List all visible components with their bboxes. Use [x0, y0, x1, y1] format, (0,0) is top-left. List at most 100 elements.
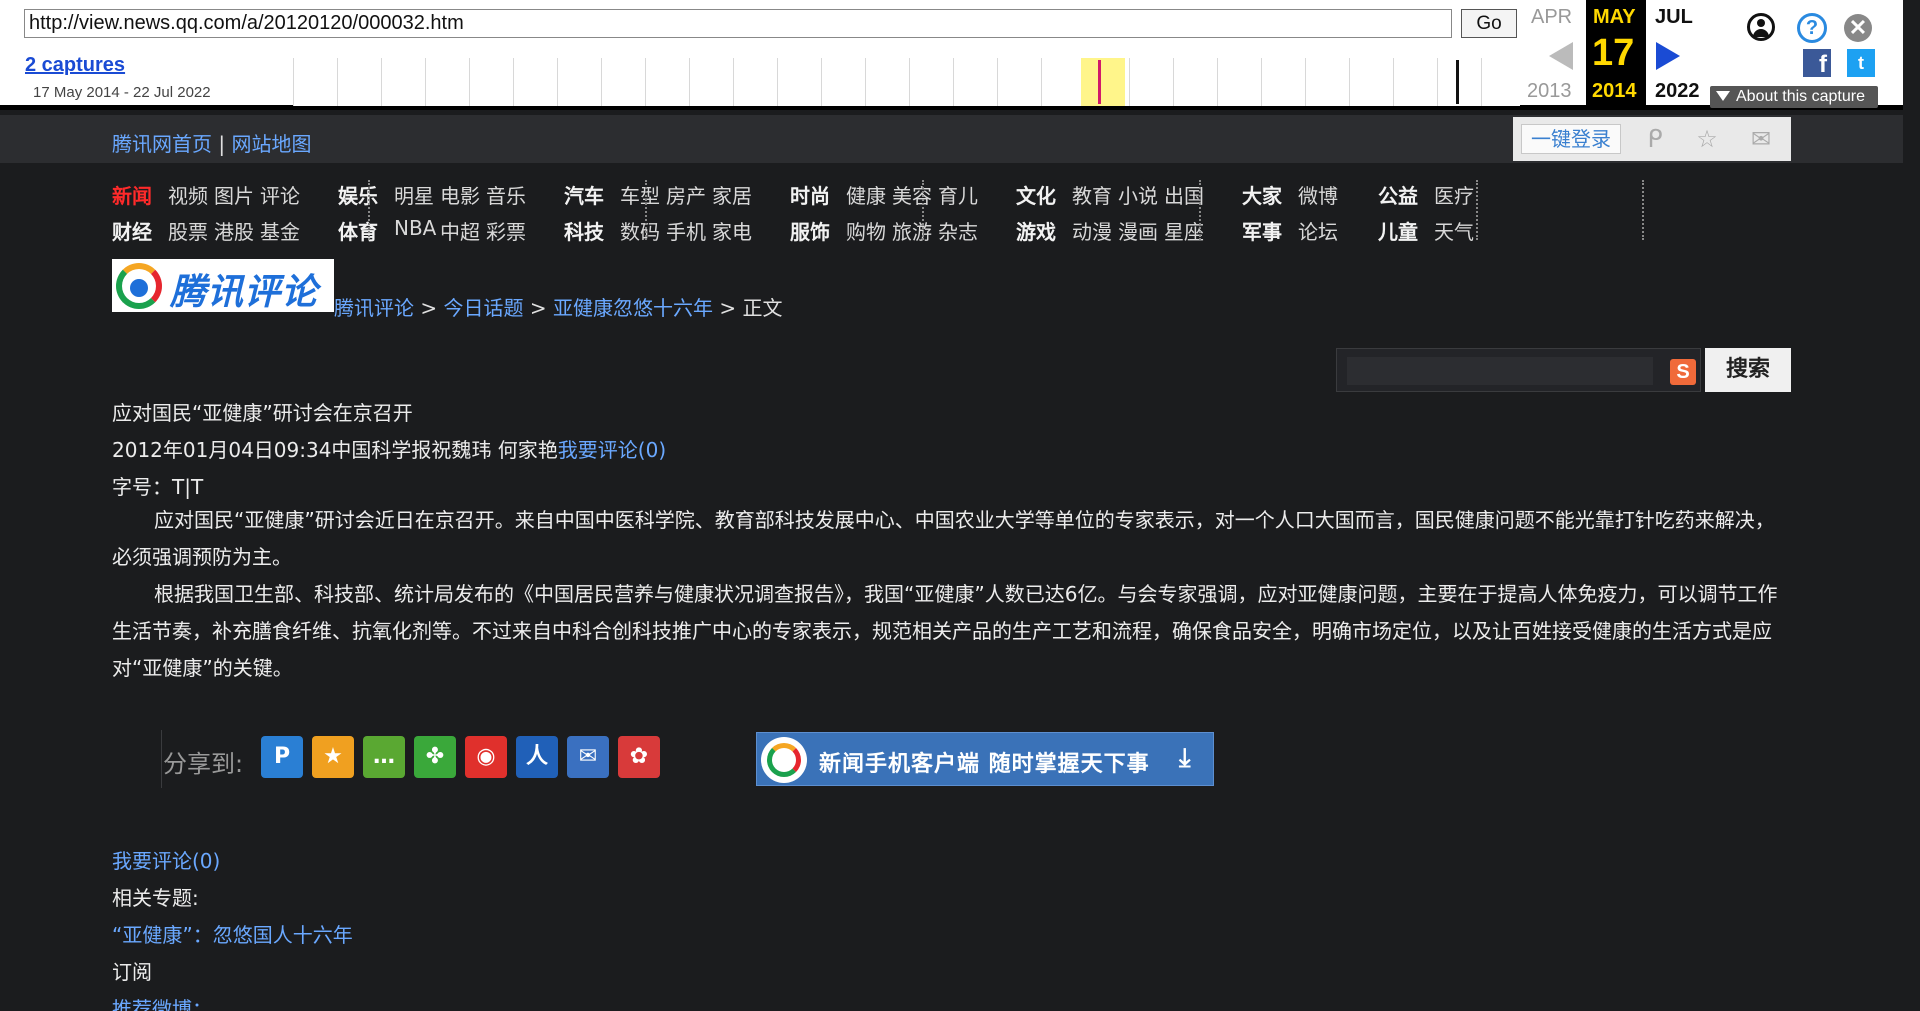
qzone-icon[interactable]: ᑭ	[1641, 125, 1669, 153]
tencent-comment-logo[interactable]: 腾讯评论	[112, 259, 334, 313]
article-paragraph: 应对国民“亚健康”研讨会近日在京召开。来自中国中医科学院、教育部科技发展中心、中…	[112, 508, 1775, 569]
capture-marker[interactable]	[1456, 60, 1459, 104]
nav-item[interactable]: 健康	[846, 180, 886, 209]
search-button[interactable]: 搜索	[1705, 348, 1791, 392]
nav-item[interactable]: 数码	[620, 216, 660, 245]
nav-item[interactable]: NBA	[394, 216, 436, 240]
nav-item[interactable]: 漫画	[1118, 216, 1158, 245]
nav-item[interactable]: 评论	[260, 180, 300, 209]
nav-item[interactable]: 电影	[440, 180, 480, 209]
share-weibo-icon[interactable]: ◉	[465, 736, 507, 778]
nav-item[interactable]: 公益	[1378, 180, 1418, 209]
nav-item[interactable]: 基金	[260, 216, 300, 245]
nav-item[interactable]: 图片	[214, 180, 254, 209]
nav-item[interactable]: 财经	[112, 216, 152, 245]
share-renren-icon[interactable]: 人	[516, 736, 558, 778]
next-month[interactable]: JUL	[1655, 6, 1693, 29]
share-email-icon[interactable]: ✉	[567, 736, 609, 778]
nav-item[interactable]: 车型	[620, 180, 660, 209]
nav-divider	[922, 180, 924, 240]
facebook-icon[interactable]: f	[1803, 49, 1831, 78]
about-capture-button[interactable]: About this capture	[1710, 86, 1878, 108]
nav-item[interactable]: 音乐	[486, 180, 526, 209]
breadcrumb-item[interactable]: 今日话题	[443, 296, 523, 320]
nav-item[interactable]: 微博	[1298, 180, 1338, 209]
twitter-icon[interactable]: t	[1847, 49, 1875, 77]
nav-item[interactable]: 新闻	[112, 180, 152, 209]
nav-item[interactable]: 手机	[666, 216, 706, 245]
nav-item[interactable]: 论坛	[1298, 216, 1338, 245]
nav-item[interactable]: 医疗	[1434, 180, 1474, 209]
nav-item[interactable]: 天气	[1434, 216, 1474, 245]
mail-icon[interactable]: ✉	[1747, 125, 1775, 153]
sitemap-link[interactable]: 网站地图	[231, 132, 311, 156]
nav-item[interactable]: 彩票	[486, 216, 526, 245]
breadcrumb-item[interactable]: 腾讯评论	[334, 296, 414, 320]
breadcrumb-sep: >	[523, 296, 553, 320]
nav-item[interactable]: 小说	[1118, 180, 1158, 209]
captures-link[interactable]: 2 captures	[25, 54, 125, 77]
nav-item[interactable]: 家居	[712, 180, 752, 209]
nav-item[interactable]: 股票	[168, 216, 208, 245]
comment-link-bottom[interactable]: 我要评论(0)	[112, 845, 220, 874]
capture-marker[interactable]	[1098, 60, 1101, 104]
capture-sparkline[interactable]	[293, 58, 1520, 106]
nav-item[interactable]: 出国	[1164, 180, 1204, 209]
share-wechat-icon[interactable]: …	[363, 736, 405, 778]
share-kaixin-icon[interactable]: ✿	[618, 736, 660, 778]
current-year-highlight	[1081, 58, 1125, 106]
nav-item[interactable]: 育儿	[938, 180, 978, 209]
nav-item[interactable]: 美容	[892, 180, 932, 209]
nav-item[interactable]: 汽车	[564, 180, 604, 209]
nav-item[interactable]: 旅游	[892, 216, 932, 245]
nav-item[interactable]: 时尚	[790, 180, 830, 209]
prev-year[interactable]: 2013	[1527, 80, 1572, 103]
comment-link[interactable]: 我要评论(0)	[558, 438, 666, 462]
nav-item[interactable]: 服饰	[790, 216, 830, 245]
nav-item[interactable]: 杂志	[938, 216, 978, 245]
nav-item[interactable]: 中超	[440, 216, 480, 245]
nav-item[interactable]: 港股	[214, 216, 254, 245]
recommended-weibo-link[interactable]: 推荐微博：	[112, 993, 212, 1011]
home-link[interactable]: 腾讯网首页	[112, 132, 212, 156]
nav-item[interactable]: 动漫	[1072, 216, 1112, 245]
breadcrumb-item[interactable]: 亚健康忽悠十六年	[553, 296, 713, 320]
next-year[interactable]: 2022	[1655, 80, 1700, 103]
share-pengyou-icon[interactable]: ✤	[414, 736, 456, 778]
share-favorite-icon[interactable]: ★	[312, 736, 354, 778]
font-size-control[interactable]: 字号：T|T	[112, 471, 203, 500]
nav-item[interactable]: 体育	[338, 216, 378, 245]
scrollbar[interactable]	[1903, 0, 1920, 1011]
app-banner-text: 新闻手机客户端 随时掌握天下事	[819, 752, 1150, 777]
prev-month[interactable]: APR	[1531, 6, 1572, 29]
nav-item[interactable]: 购物	[846, 216, 886, 245]
wayback-url-input[interactable]: http://view.news.qq.com/a/20120120/00003…	[24, 9, 1452, 38]
nav-item[interactable]: 星座	[1164, 216, 1204, 245]
help-icon[interactable]: ?	[1797, 13, 1827, 43]
nav-item[interactable]: 军事	[1242, 216, 1282, 245]
nav-item[interactable]: 文化	[1016, 180, 1056, 209]
nav-item[interactable]: 教育	[1072, 180, 1112, 209]
nav-item[interactable]: 大家	[1242, 180, 1282, 209]
nav-item[interactable]: 科技	[564, 216, 604, 245]
news-app-banner[interactable]: 新闻手机客户端 随时掌握天下事 ⤓	[756, 732, 1214, 786]
nav-item[interactable]: 明星	[394, 180, 434, 209]
star-icon[interactable]: ☆	[1693, 125, 1721, 153]
go-button[interactable]: Go	[1461, 9, 1517, 38]
share-qzone-icon[interactable]: P	[261, 736, 303, 778]
nav-item[interactable]: 家电	[712, 216, 752, 245]
prev-arrow-icon[interactable]	[1549, 42, 1573, 70]
next-arrow-icon[interactable]	[1656, 42, 1680, 70]
search-input[interactable]	[1347, 357, 1653, 385]
nav-item[interactable]: 儿童	[1378, 216, 1418, 245]
user-icon[interactable]	[1747, 13, 1775, 41]
nav-item[interactable]: 游戏	[1016, 216, 1056, 245]
nav-item[interactable]: 房产	[666, 180, 706, 209]
nav-divider	[1642, 180, 1644, 240]
sogou-search-icon[interactable]: S	[1670, 359, 1696, 385]
one-click-login-button[interactable]: 一键登录	[1521, 124, 1621, 154]
nav-item[interactable]: 娱乐	[338, 180, 378, 209]
related-topic-link[interactable]: “亚健康”：忽悠国人十六年	[112, 919, 353, 948]
close-icon[interactable]: ✕	[1844, 14, 1872, 42]
nav-item[interactable]: 视频	[168, 180, 208, 209]
